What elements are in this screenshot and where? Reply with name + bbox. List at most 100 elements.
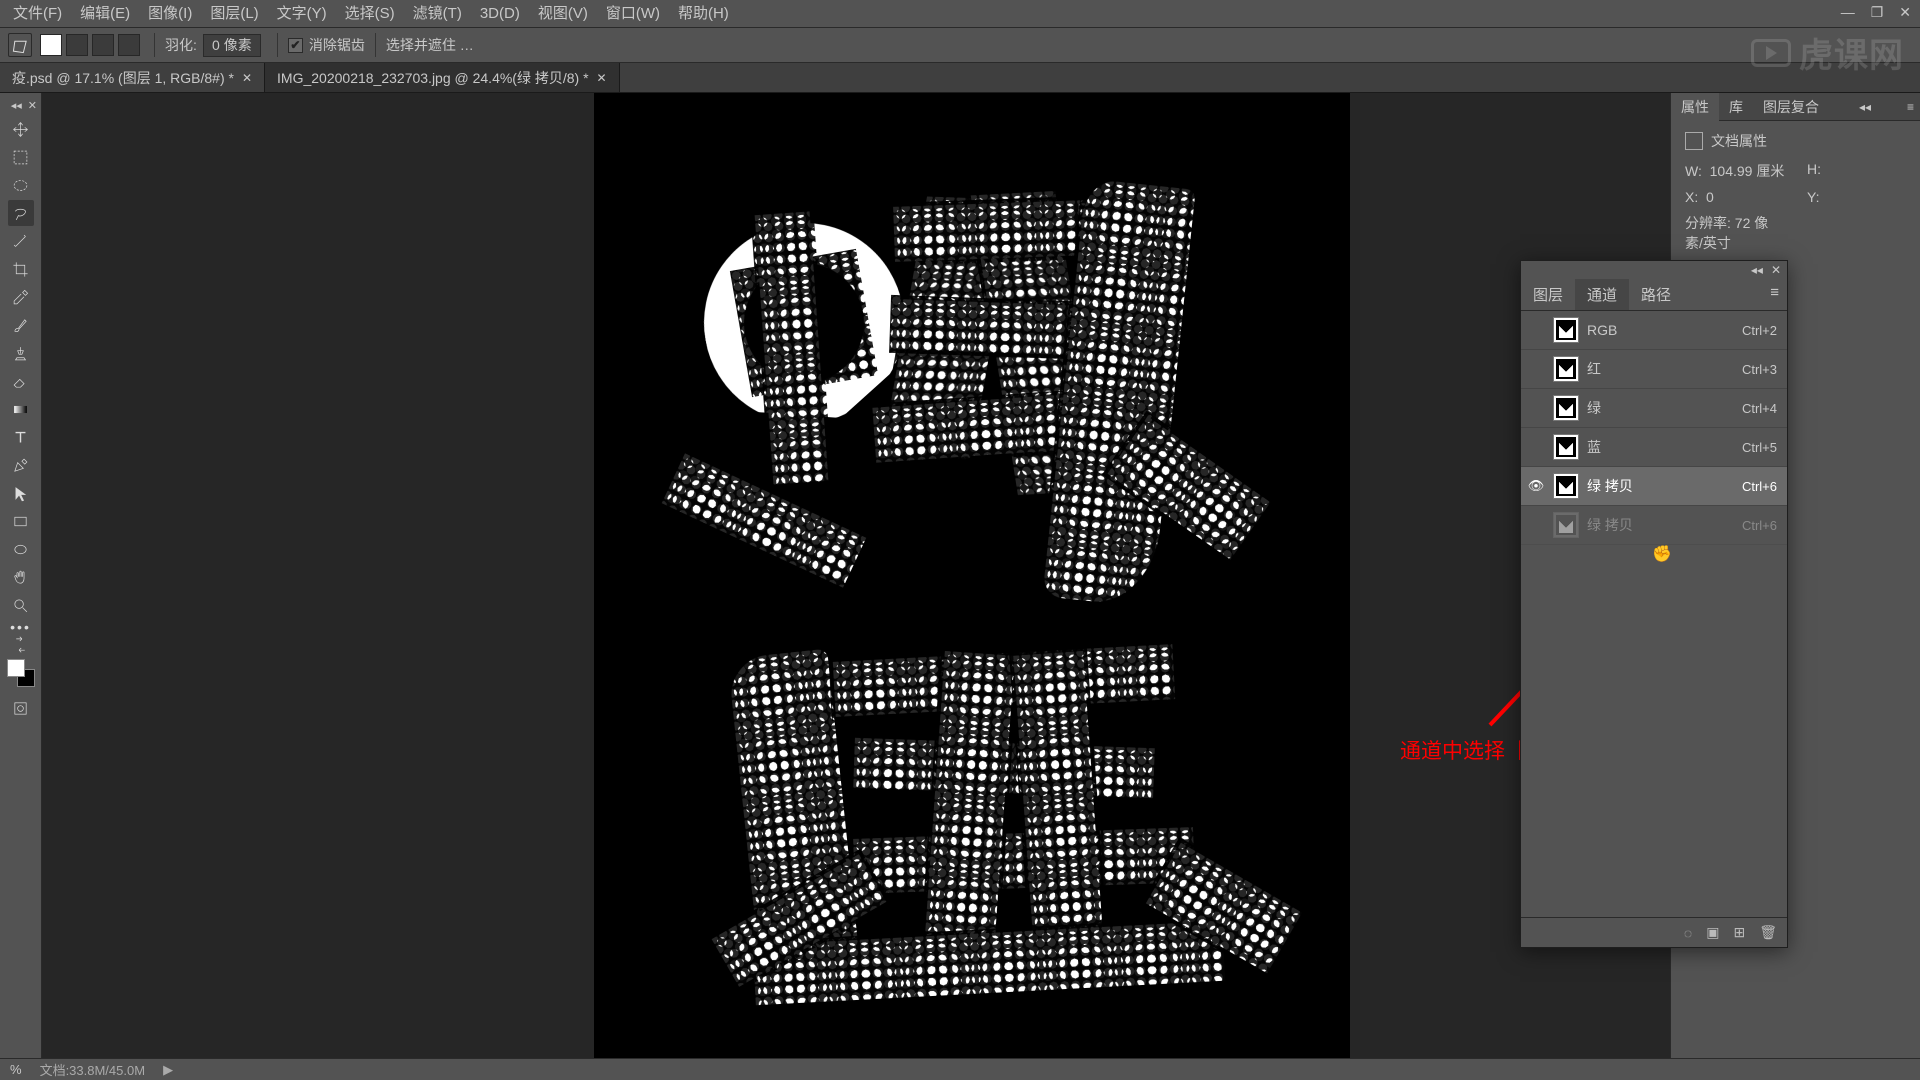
delete-icon[interactable]: 🗑 — [1759, 924, 1777, 941]
magic-wand-tool[interactable] — [8, 228, 34, 254]
panel-close-icon[interactable]: ✕ — [28, 99, 37, 115]
tab-library[interactable]: 库 — [1719, 93, 1753, 121]
channel-shortcut: Ctrl+3 — [1742, 362, 1777, 377]
menu-view[interactable]: 视图(V) — [529, 0, 597, 28]
visibility-toggle[interactable] — [1527, 438, 1545, 456]
channel-label: 蓝 — [1587, 437, 1601, 457]
zoom-level[interactable]: % — [10, 1062, 22, 1077]
toolbox: ◂◂ ✕ ••• — [0, 93, 42, 1058]
status-bar: % 文档:33.8M/45.0M ▶ — [0, 1058, 1920, 1080]
channel-thumb — [1553, 356, 1579, 382]
quick-mask-icon[interactable] — [8, 695, 34, 721]
channel-row[interactable]: 绿 Ctrl+4 — [1521, 389, 1787, 428]
doc-size[interactable]: 文档:33.8M/45.0M — [40, 1060, 146, 1079]
rect-marquee-tool[interactable] — [8, 144, 34, 170]
panel-menu-icon[interactable]: ≡ — [1901, 93, 1920, 121]
foreground-color-swatch[interactable] — [7, 659, 25, 677]
type-tool[interactable] — [8, 424, 34, 450]
panel-collapse-icon[interactable]: ◂◂ — [1751, 263, 1763, 277]
crop-tool[interactable] — [8, 256, 34, 282]
document-tab[interactable]: IMG_20200218_232703.jpg @ 24.4%(绿 拷贝/8) … — [265, 63, 620, 92]
visibility-toggle[interactable] — [1527, 399, 1545, 417]
document-tab-label: IMG_20200218_232703.jpg @ 24.4%(绿 拷贝/8) … — [277, 63, 589, 93]
add-selection-icon[interactable] — [66, 34, 88, 56]
channel-row[interactable]: 👁 绿 拷贝 Ctrl+6 — [1521, 467, 1787, 506]
channel-label: 红 — [1587, 359, 1601, 379]
lasso-tool[interactable] — [8, 200, 34, 226]
path-select-tool[interactable] — [8, 480, 34, 506]
brush-tool[interactable] — [8, 312, 34, 338]
load-selection-icon[interactable]: ◌ — [1684, 925, 1692, 941]
eraser-tool[interactable] — [8, 368, 34, 394]
watermark: 虎课网 — [1751, 28, 1904, 77]
window-close-icon[interactable]: ✕ — [1894, 2, 1916, 23]
tab-properties[interactable]: 属性 — [1671, 93, 1719, 121]
intersect-selection-icon[interactable] — [118, 34, 140, 56]
status-arrow-icon[interactable]: ▶ — [163, 1062, 173, 1078]
edit-toolbar-icon[interactable]: ••• — [8, 619, 34, 635]
tab-paths[interactable]: 路径 — [1629, 279, 1683, 310]
channel-row[interactable]: 蓝 Ctrl+5 — [1521, 428, 1787, 467]
panel-close-icon[interactable]: ✕ — [1771, 263, 1781, 277]
menu-select[interactable]: 选择(S) — [336, 0, 404, 28]
channel-shortcut: Ctrl+4 — [1742, 401, 1777, 416]
channel-shortcut: Ctrl+5 — [1742, 440, 1777, 455]
options-bar: 羽化: 0 像素 ✔ 消除锯齿 选择并遮住 … — [0, 28, 1920, 63]
menu-edit[interactable]: 编辑(E) — [71, 0, 139, 28]
channels-panel[interactable]: ◂◂ ✕ 图层 通道 路径 ≡ RGB Ctrl+2 红 Ctrl+3 绿 Ct… — [1520, 260, 1788, 948]
menu-filter[interactable]: 滤镜(T) — [404, 0, 471, 28]
document-tab[interactable]: 疫.psd @ 17.1% (图层 1, RGB/8#) * ✕ — [0, 63, 265, 92]
menu-type[interactable]: 文字(Y) — [268, 0, 336, 28]
move-tool[interactable] — [8, 116, 34, 142]
channel-label: 绿 — [1587, 398, 1601, 418]
menu-3d[interactable]: 3D(D) — [471, 0, 529, 28]
menu-image[interactable]: 图像(I) — [139, 0, 201, 28]
pen-tool[interactable] — [8, 452, 34, 478]
window-restore-icon[interactable]: ❐ — [1866, 2, 1889, 23]
document-tab-label: 疫.psd @ 17.1% (图层 1, RGB/8#) * — [12, 63, 234, 93]
tab-channels[interactable]: 通道 — [1575, 279, 1629, 310]
menu-layer[interactable]: 图层(L) — [201, 0, 267, 28]
visibility-toggle[interactable] — [1527, 321, 1545, 339]
eyedropper-tool[interactable] — [8, 284, 34, 310]
active-tool-icon[interactable] — [8, 33, 32, 57]
rectangle-tool[interactable] — [8, 508, 34, 534]
clone-stamp-tool[interactable] — [8, 340, 34, 366]
new-selection-icon[interactable] — [40, 34, 62, 56]
select-and-mask-button[interactable]: 选择并遮住 … — [386, 35, 474, 55]
zoom-tool[interactable] — [8, 592, 34, 618]
ellipse-tool[interactable] — [8, 536, 34, 562]
channel-thumb — [1553, 395, 1579, 421]
color-swatches[interactable] — [7, 659, 35, 687]
menu-window[interactable]: 窗口(W) — [597, 0, 669, 28]
save-selection-icon[interactable]: ▣ — [1706, 924, 1719, 941]
visibility-toggle[interactable]: 👁 — [1527, 477, 1545, 495]
antialias-checkbox[interactable]: ✔ — [288, 38, 303, 53]
tab-layers[interactable]: 图层 — [1521, 279, 1575, 310]
menu-file[interactable]: 文件(F) — [4, 0, 71, 28]
channel-row[interactable]: 红 Ctrl+3 — [1521, 350, 1787, 389]
menu-help[interactable]: 帮助(H) — [669, 0, 738, 28]
subtract-selection-icon[interactable] — [92, 34, 114, 56]
panel-collapse-icon[interactable]: ◂◂ — [11, 99, 22, 115]
ellipse-marquee-tool[interactable] — [8, 172, 34, 198]
hand-tool[interactable] — [8, 564, 34, 590]
new-channel-icon[interactable]: ⊞ — [1733, 924, 1745, 941]
channel-row[interactable]: RGB Ctrl+2 — [1521, 311, 1787, 350]
artboard — [594, 93, 1350, 1058]
play-icon — [1751, 39, 1791, 67]
panel-menu-icon[interactable]: ≡ — [1762, 279, 1787, 310]
channel-thumb — [1553, 317, 1579, 343]
gradient-tool[interactable] — [8, 396, 34, 422]
properties-title: 文档属性 — [1711, 131, 1767, 151]
document-tabs: 疫.psd @ 17.1% (图层 1, RGB/8#) * ✕ IMG_202… — [0, 63, 1920, 93]
window-minimize-icon[interactable]: — — [1836, 2, 1860, 23]
swap-colors-icon[interactable] — [8, 636, 34, 652]
feather-input[interactable]: 0 像素 — [203, 34, 261, 57]
close-icon[interactable]: ✕ — [597, 63, 607, 93]
close-icon[interactable]: ✕ — [242, 63, 252, 93]
tab-layer-comps[interactable]: 图层复合 — [1753, 93, 1829, 121]
visibility-toggle[interactable] — [1527, 360, 1545, 378]
channel-shortcut: Ctrl+6 — [1742, 479, 1777, 494]
panel-collapse-icon[interactable]: ◂◂ — [1853, 93, 1877, 121]
